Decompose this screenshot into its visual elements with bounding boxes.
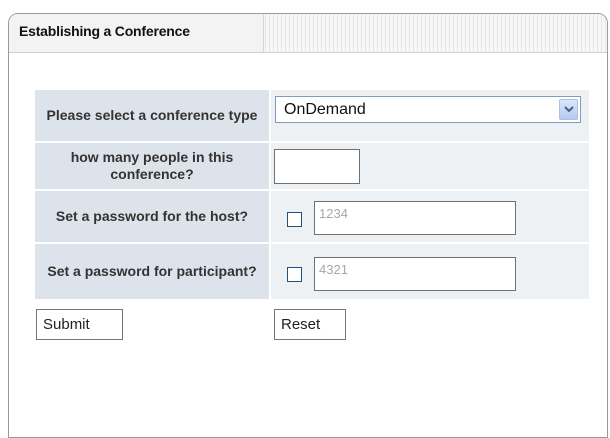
conference-type-label: Please select a conference type (35, 90, 269, 141)
panel-title: Establishing a Conference (19, 23, 190, 39)
conference-type-cell: OnDemand (271, 90, 589, 141)
participant-password-checkbox[interactable] (287, 267, 302, 282)
host-password-input[interactable]: 1234 (314, 201, 516, 235)
people-count-label: how many people in this conference? (35, 143, 269, 189)
panel-header: Establishing a Conference (9, 14, 607, 53)
reset-button[interactable]: Reset (274, 309, 346, 340)
people-count-input[interactable] (274, 149, 360, 184)
participant-password-input[interactable]: 4321 (314, 257, 516, 291)
people-count-cell (271, 143, 589, 189)
host-password-label: Set a password for the host? (35, 191, 269, 242)
conference-type-selected-value: OnDemand (284, 101, 366, 118)
conference-type-select[interactable]: OnDemand (275, 96, 581, 123)
participant-password-cell: 4321 (271, 244, 589, 299)
panel-title-tab: Establishing a Conference (9, 14, 264, 52)
conference-panel: Establishing a Conference Please select … (8, 13, 608, 438)
dropdown-button[interactable] (559, 99, 578, 120)
submit-button[interactable]: Submit (36, 309, 123, 340)
host-password-checkbox[interactable] (287, 212, 302, 227)
participant-password-label: Set a password for participant? (35, 244, 269, 299)
host-password-cell: 1234 (271, 191, 589, 242)
chevron-down-icon (564, 106, 574, 113)
